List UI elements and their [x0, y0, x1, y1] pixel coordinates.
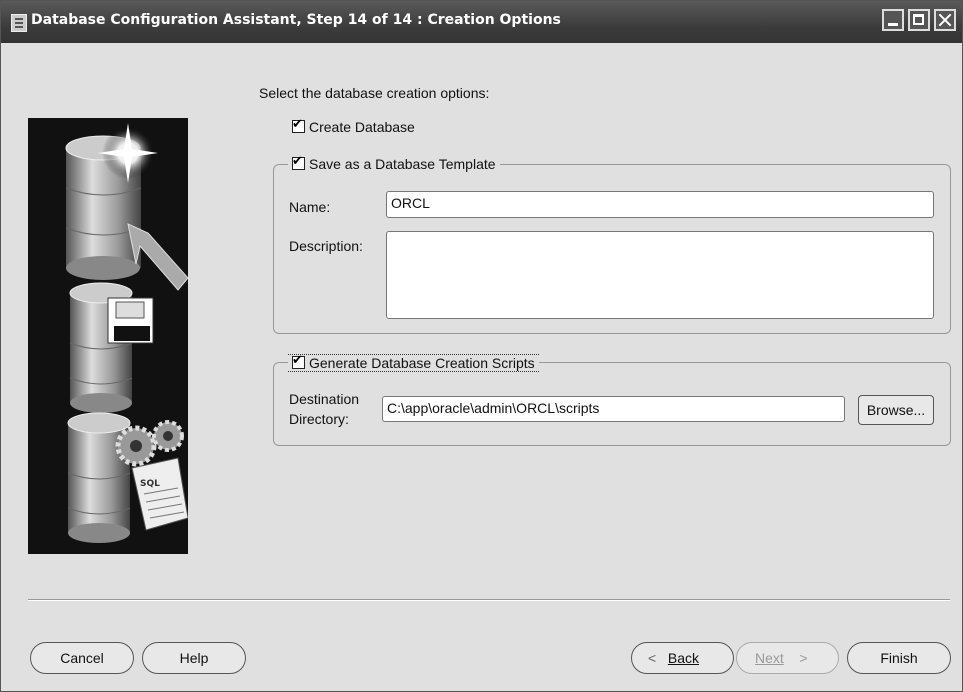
- finish-button[interactable]: Finish: [847, 642, 951, 674]
- save-template-checkbox[interactable]: Save as a Database Template: [288, 154, 500, 172]
- next-button[interactable]: Next >: [736, 642, 839, 674]
- next-arrow-icon: >: [799, 650, 808, 666]
- destination-directory-input[interactable]: C:\app\oracle\admin\ORCL\scripts: [382, 396, 845, 422]
- wizard-illustration: SQL: [28, 118, 188, 554]
- window-title: Database Configuration Assistant, Step 1…: [31, 12, 561, 28]
- template-name-input[interactable]: ORCL: [386, 191, 934, 218]
- svg-text:SQL: SQL: [140, 479, 160, 489]
- create-database-checkbox[interactable]: Create Database: [292, 117, 415, 135]
- database-create-icon: [65, 123, 188, 291]
- maximize-button[interactable]: [908, 9, 930, 31]
- back-button[interactable]: < Back: [631, 642, 734, 674]
- help-button[interactable]: Help: [142, 642, 246, 674]
- app-icon: [11, 14, 27, 32]
- checkbox-checked-icon: [292, 154, 305, 170]
- close-button[interactable]: [934, 9, 956, 31]
- back-arrow-icon: <: [648, 650, 657, 666]
- minimize-button[interactable]: [882, 9, 904, 31]
- save-template-label: Save as a Database Template: [309, 156, 496, 172]
- cancel-button[interactable]: Cancel: [30, 642, 134, 674]
- back-label: Back: [667, 650, 699, 666]
- database-template-icon: [69, 282, 154, 413]
- template-name-label: Name:: [289, 199, 331, 215]
- dbca-window: Database Configuration Assistant, Step 1…: [0, 0, 963, 692]
- finish-label: Finish: [880, 650, 918, 666]
- checkbox-checked-icon: [292, 117, 305, 133]
- destination-label-line1: Destination: [289, 391, 360, 407]
- database-scripts-icon: SQL: [67, 412, 188, 543]
- browse-button[interactable]: Browse...: [858, 395, 934, 425]
- title-bar: Database Configuration Assistant, Step 1…: [1, 1, 962, 43]
- options-prompt: Select the database creation options:: [259, 85, 490, 101]
- footer-separator: [28, 599, 950, 601]
- destination-label-line2: Directory:: [289, 411, 349, 427]
- next-label: Next: [755, 650, 784, 666]
- generate-scripts-label: Generate Database Creation Scripts: [309, 355, 535, 371]
- create-database-label: Create Database: [309, 119, 415, 135]
- template-description-textarea[interactable]: [386, 231, 934, 319]
- checkbox-checked-icon: [292, 353, 305, 369]
- generate-scripts-checkbox[interactable]: Generate Database Creation Scripts: [288, 353, 539, 372]
- template-description-label: Description:: [289, 238, 363, 254]
